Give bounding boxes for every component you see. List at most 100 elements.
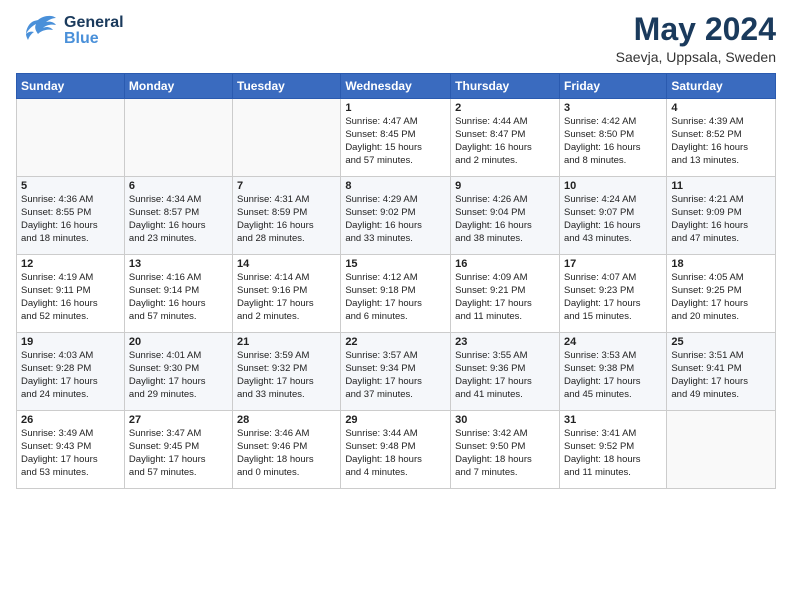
calendar-day-cell: 27 Sunrise: 3:47 AMSunset: 9:45 PMDayligh… bbox=[124, 411, 232, 489]
day-info-text: Sunrise: 4:12 AMSunset: 9:18 PMDaylight:… bbox=[345, 272, 446, 323]
day-info-text: Sunrise: 4:01 AMSunset: 9:30 PMDaylight:… bbox=[129, 350, 228, 401]
calendar-day-cell: 28 Sunrise: 3:46 AMSunset: 9:46 PMDayligh… bbox=[233, 411, 341, 489]
day-info-text: Sunrise: 4:36 AMSunset: 8:55 PMDaylight:… bbox=[21, 194, 120, 245]
calendar-week-row: 12Sunrise: 4:19 AMSunset: 9:11 PMDayligh… bbox=[17, 255, 776, 333]
calendar-day-cell: 7 Sunrise: 4:31 AMSunset: 8:59 PMDaylight… bbox=[233, 177, 341, 255]
day-info-text: Sunrise: 3:44 AMSunset: 9:48 PMDaylight:… bbox=[345, 428, 446, 479]
calendar-day-cell bbox=[233, 99, 341, 177]
day-info-text: Sunrise: 4:26 AMSunset: 9:04 PMDaylight:… bbox=[455, 194, 555, 245]
logo-general-text: General bbox=[64, 15, 124, 31]
header-tuesday: Tuesday bbox=[233, 74, 341, 99]
day-number: 17 bbox=[564, 258, 662, 270]
calendar-week-row: 26 Sunrise: 3:49 AMSunset: 9:43 PMDayligh… bbox=[17, 411, 776, 489]
day-info-text: Sunrise: 4:42 AMSunset: 8:50 PMDaylight:… bbox=[564, 116, 662, 167]
day-number: 3 bbox=[564, 102, 662, 114]
calendar-day-cell: 30 Sunrise: 3:42 AMSunset: 9:50 PMDayligh… bbox=[451, 411, 560, 489]
header-thursday: Thursday bbox=[451, 74, 560, 99]
day-number: 4 bbox=[671, 102, 771, 114]
day-number: 11 bbox=[671, 180, 771, 192]
day-info-text: Sunrise: 3:51 AMSunset: 9:41 PMDaylight:… bbox=[671, 350, 771, 401]
calendar-day-cell: 8Sunrise: 4:29 AMSunset: 9:02 PMDaylight… bbox=[341, 177, 451, 255]
calendar-day-cell bbox=[17, 99, 125, 177]
day-info-text: Sunrise: 4:34 AMSunset: 8:57 PMDaylight:… bbox=[129, 194, 228, 245]
day-number: 13 bbox=[129, 258, 228, 270]
day-number: 8 bbox=[345, 180, 446, 192]
calendar-day-cell: 31Sunrise: 3:41 AMSunset: 9:52 PMDayligh… bbox=[559, 411, 666, 489]
day-info-text: Sunrise: 4:05 AMSunset: 9:25 PMDaylight:… bbox=[671, 272, 771, 323]
month-year-title: May 2024 bbox=[616, 12, 776, 47]
calendar-day-cell: 5 Sunrise: 4:36 AMSunset: 8:55 PMDaylight… bbox=[17, 177, 125, 255]
calendar-day-cell: 9Sunrise: 4:26 AMSunset: 9:04 PMDaylight… bbox=[451, 177, 560, 255]
day-info-text: Sunrise: 3:42 AMSunset: 9:50 PMDaylight:… bbox=[455, 428, 555, 479]
day-info-text: Sunrise: 4:39 AMSunset: 8:52 PMDaylight:… bbox=[671, 116, 771, 167]
calendar-day-cell: 11 Sunrise: 4:21 AMSunset: 9:09 PMDayligh… bbox=[667, 177, 776, 255]
calendar-day-cell: 16 Sunrise: 4:09 AMSunset: 9:21 PMDayligh… bbox=[451, 255, 560, 333]
day-info-text: Sunrise: 3:46 AMSunset: 9:46 PMDaylight:… bbox=[237, 428, 336, 479]
day-info-text: Sunrise: 4:03 AMSunset: 9:28 PMDaylight:… bbox=[21, 350, 120, 401]
day-number: 7 bbox=[237, 180, 336, 192]
day-number: 26 bbox=[21, 414, 120, 426]
calendar-day-cell: 21Sunrise: 3:59 AMSunset: 9:32 PMDayligh… bbox=[233, 333, 341, 411]
calendar-day-cell: 18 Sunrise: 4:05 AMSunset: 9:25 PMDayligh… bbox=[667, 255, 776, 333]
header: General Blue May 2024 Saevja, Uppsala, S… bbox=[16, 12, 776, 65]
logo-name: General Blue bbox=[64, 15, 124, 47]
calendar-day-cell: 25Sunrise: 3:51 AMSunset: 9:41 PMDayligh… bbox=[667, 333, 776, 411]
logo-icon bbox=[16, 12, 60, 50]
calendar-day-cell: 20 Sunrise: 4:01 AMSunset: 9:30 PMDayligh… bbox=[124, 333, 232, 411]
day-info-text: Sunrise: 3:41 AMSunset: 9:52 PMDaylight:… bbox=[564, 428, 662, 479]
day-info-text: Sunrise: 4:31 AMSunset: 8:59 PMDaylight:… bbox=[237, 194, 336, 245]
day-number: 10 bbox=[564, 180, 662, 192]
header-wednesday: Wednesday bbox=[341, 74, 451, 99]
day-info-text: Sunrise: 4:21 AMSunset: 9:09 PMDaylight:… bbox=[671, 194, 771, 245]
day-info-text: Sunrise: 3:49 AMSunset: 9:43 PMDaylight:… bbox=[21, 428, 120, 479]
calendar-day-cell: 24 Sunrise: 3:53 AMSunset: 9:38 PMDayligh… bbox=[559, 333, 666, 411]
calendar-day-cell: 3 Sunrise: 4:42 AMSunset: 8:50 PMDaylight… bbox=[559, 99, 666, 177]
day-info-text: Sunrise: 4:07 AMSunset: 9:23 PMDaylight:… bbox=[564, 272, 662, 323]
day-info-text: Sunrise: 4:14 AMSunset: 9:16 PMDaylight:… bbox=[237, 272, 336, 323]
calendar-day-cell: 23Sunrise: 3:55 AMSunset: 9:36 PMDayligh… bbox=[451, 333, 560, 411]
calendar-day-cell: 10 Sunrise: 4:24 AMSunset: 9:07 PMDayligh… bbox=[559, 177, 666, 255]
day-number: 2 bbox=[455, 102, 555, 114]
calendar-day-cell: 13 Sunrise: 4:16 AMSunset: 9:14 PMDayligh… bbox=[124, 255, 232, 333]
location-text: Saevja, Uppsala, Sweden bbox=[616, 49, 776, 65]
day-number: 24 bbox=[564, 336, 662, 348]
calendar-day-cell: 26 Sunrise: 3:49 AMSunset: 9:43 PMDayligh… bbox=[17, 411, 125, 489]
header-monday: Monday bbox=[124, 74, 232, 99]
logo: General Blue bbox=[16, 12, 124, 50]
header-saturday: Saturday bbox=[667, 74, 776, 99]
day-number: 12 bbox=[21, 258, 120, 270]
weekday-header-row: Sunday Monday Tuesday Wednesday Thursday… bbox=[17, 74, 776, 99]
calendar-week-row: 19 Sunrise: 4:03 AMSunset: 9:28 PMDayligh… bbox=[17, 333, 776, 411]
day-number: 6 bbox=[129, 180, 228, 192]
calendar-day-cell: 19 Sunrise: 4:03 AMSunset: 9:28 PMDayligh… bbox=[17, 333, 125, 411]
page: General Blue May 2024 Saevja, Uppsala, S… bbox=[0, 0, 792, 612]
day-number: 30 bbox=[455, 414, 555, 426]
day-info-text: Sunrise: 4:44 AMSunset: 8:47 PMDaylight:… bbox=[455, 116, 555, 167]
calendar-week-row: 5 Sunrise: 4:36 AMSunset: 8:55 PMDaylight… bbox=[17, 177, 776, 255]
day-info-text: Sunrise: 3:47 AMSunset: 9:45 PMDaylight:… bbox=[129, 428, 228, 479]
day-number: 29 bbox=[345, 414, 446, 426]
calendar-day-cell: 15Sunrise: 4:12 AMSunset: 9:18 PMDayligh… bbox=[341, 255, 451, 333]
day-number: 18 bbox=[671, 258, 771, 270]
day-number: 27 bbox=[129, 414, 228, 426]
logo-blue-text: Blue bbox=[64, 31, 124, 47]
day-info-text: Sunrise: 4:24 AMSunset: 9:07 PMDaylight:… bbox=[564, 194, 662, 245]
day-number: 1 bbox=[345, 102, 446, 114]
day-number: 22 bbox=[345, 336, 446, 348]
day-info-text: Sunrise: 4:16 AMSunset: 9:14 PMDaylight:… bbox=[129, 272, 228, 323]
day-number: 21 bbox=[237, 336, 336, 348]
day-info-text: Sunrise: 3:57 AMSunset: 9:34 PMDaylight:… bbox=[345, 350, 446, 401]
day-number: 19 bbox=[21, 336, 120, 348]
calendar-week-row: 1Sunrise: 4:47 AMSunset: 8:45 PMDaylight… bbox=[17, 99, 776, 177]
calendar-day-cell bbox=[124, 99, 232, 177]
day-number: 5 bbox=[21, 180, 120, 192]
day-number: 28 bbox=[237, 414, 336, 426]
calendar-day-cell: 2 Sunrise: 4:44 AMSunset: 8:47 PMDaylight… bbox=[451, 99, 560, 177]
day-info-text: Sunrise: 3:53 AMSunset: 9:38 PMDaylight:… bbox=[564, 350, 662, 401]
day-number: 16 bbox=[455, 258, 555, 270]
day-info-text: Sunrise: 4:09 AMSunset: 9:21 PMDaylight:… bbox=[455, 272, 555, 323]
calendar-day-cell: 22 Sunrise: 3:57 AMSunset: 9:34 PMDayligh… bbox=[341, 333, 451, 411]
day-number: 20 bbox=[129, 336, 228, 348]
day-number: 23 bbox=[455, 336, 555, 348]
calendar-day-cell: 12Sunrise: 4:19 AMSunset: 9:11 PMDayligh… bbox=[17, 255, 125, 333]
